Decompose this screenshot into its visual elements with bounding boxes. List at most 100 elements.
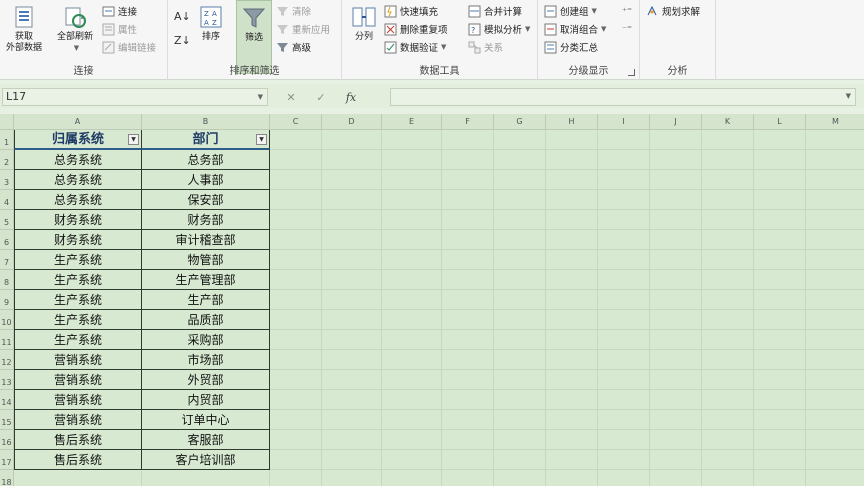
- grid-cell[interactable]: [382, 210, 442, 230]
- grid-cell[interactable]: [806, 250, 864, 270]
- grid-cell[interactable]: [382, 390, 442, 410]
- grid-cell[interactable]: [598, 410, 650, 430]
- what-if-analysis-button[interactable]: ? 模拟分析 ▼: [468, 21, 530, 37]
- grid-cell[interactable]: [650, 130, 702, 150]
- grid-cell[interactable]: [270, 350, 322, 370]
- grid-cell[interactable]: [270, 210, 322, 230]
- grid-cell[interactable]: [382, 330, 442, 350]
- grid-cell[interactable]: [442, 290, 494, 310]
- table-header-cell[interactable]: 归属系统 ▼: [14, 130, 142, 150]
- grid-cell[interactable]: [754, 210, 806, 230]
- grid-cell[interactable]: [598, 450, 650, 470]
- grid-cell[interactable]: [14, 470, 142, 486]
- grid-cell[interactable]: [442, 430, 494, 450]
- grid-cell[interactable]: [650, 150, 702, 170]
- grid-cell[interactable]: [702, 310, 754, 330]
- grid-cell[interactable]: [754, 230, 806, 250]
- grid-cell[interactable]: [322, 330, 382, 350]
- grid-cell[interactable]: [702, 230, 754, 250]
- group-button[interactable]: 创建组 ▼: [544, 3, 597, 19]
- table-cell[interactable]: 审计稽查部: [142, 230, 270, 250]
- grid-cell[interactable]: [322, 450, 382, 470]
- grid-cell[interactable]: [806, 190, 864, 210]
- grid-cell[interactable]: [650, 270, 702, 290]
- grid-cell[interactable]: [382, 470, 442, 486]
- grid-cell[interactable]: [494, 150, 546, 170]
- grid-cell[interactable]: [494, 430, 546, 450]
- grid-cell[interactable]: [442, 350, 494, 370]
- grid-cell[interactable]: [546, 330, 598, 350]
- grid-cell[interactable]: [322, 350, 382, 370]
- row-header[interactable]: 13: [0, 370, 14, 390]
- grid-cell[interactable]: [546, 470, 598, 486]
- grid-cell[interactable]: [546, 370, 598, 390]
- grid-cell[interactable]: [754, 390, 806, 410]
- grid-cell[interactable]: [650, 410, 702, 430]
- column-header[interactable]: B: [142, 114, 270, 130]
- grid-cell[interactable]: [494, 370, 546, 390]
- table-cell[interactable]: 售后系统: [14, 430, 142, 450]
- grid-cell[interactable]: [650, 210, 702, 230]
- column-header[interactable]: D: [322, 114, 382, 130]
- grid-cell[interactable]: [270, 470, 322, 486]
- grid-cell[interactable]: [650, 350, 702, 370]
- grid-cell[interactable]: [598, 190, 650, 210]
- grid-cell[interactable]: [382, 190, 442, 210]
- grid-cell[interactable]: [442, 270, 494, 290]
- grid-cell[interactable]: [702, 350, 754, 370]
- table-cell[interactable]: 生产系统: [14, 250, 142, 270]
- grid-cell[interactable]: [702, 410, 754, 430]
- grid-cell[interactable]: [702, 330, 754, 350]
- advanced-button[interactable]: 高级: [276, 39, 311, 55]
- filter-dropdown-icon[interactable]: ▼: [128, 134, 139, 145]
- grid-cell[interactable]: [382, 430, 442, 450]
- grid-cell[interactable]: [382, 170, 442, 190]
- grid-cell[interactable]: [494, 330, 546, 350]
- consolidate-button[interactable]: 合并计算: [468, 3, 522, 19]
- clear-button[interactable]: 清除: [276, 3, 311, 19]
- grid-cell[interactable]: [598, 150, 650, 170]
- grid-cell[interactable]: [494, 130, 546, 150]
- grid-cell[interactable]: [702, 390, 754, 410]
- row-header[interactable]: 12: [0, 350, 14, 370]
- grid-cell[interactable]: [754, 190, 806, 210]
- table-cell[interactable]: 外贸部: [142, 370, 270, 390]
- grid-cell[interactable]: [546, 430, 598, 450]
- grid-cell[interactable]: [702, 150, 754, 170]
- grid-cell[interactable]: [382, 370, 442, 390]
- grid-cell[interactable]: [754, 430, 806, 450]
- grid-cell[interactable]: [322, 310, 382, 330]
- grid-cell[interactable]: [270, 190, 322, 210]
- grid-cell[interactable]: [442, 250, 494, 270]
- edit-links-button[interactable]: 编辑链接: [102, 39, 156, 55]
- grid-cell[interactable]: [494, 170, 546, 190]
- grid-cell[interactable]: [754, 270, 806, 290]
- grid-cell[interactable]: [754, 150, 806, 170]
- grid-cell[interactable]: [322, 190, 382, 210]
- grid-cell[interactable]: [754, 250, 806, 270]
- grid-cell[interactable]: [806, 470, 864, 486]
- show-detail-button[interactable]: ⁺⁼: [622, 3, 632, 19]
- relationships-button[interactable]: 关系: [468, 39, 503, 55]
- grid-cell[interactable]: [650, 370, 702, 390]
- grid-cell[interactable]: [546, 230, 598, 250]
- grid-cell[interactable]: [322, 290, 382, 310]
- grid-cell[interactable]: [546, 170, 598, 190]
- table-cell[interactable]: 营销系统: [14, 410, 142, 430]
- grid-cell[interactable]: [442, 130, 494, 150]
- grid-cell[interactable]: [754, 450, 806, 470]
- table-cell[interactable]: 财务系统: [14, 230, 142, 250]
- grid-cell[interactable]: [702, 290, 754, 310]
- column-header[interactable]: E: [382, 114, 442, 130]
- grid-cell[interactable]: [546, 270, 598, 290]
- grid-cell[interactable]: [702, 190, 754, 210]
- grid-cell[interactable]: [322, 470, 382, 486]
- properties-button[interactable]: 属性: [102, 21, 137, 37]
- grid-cell[interactable]: [754, 470, 806, 486]
- table-cell[interactable]: 采购部: [142, 330, 270, 350]
- filter-dropdown-icon[interactable]: ▼: [256, 134, 267, 145]
- name-box[interactable]: L17 ▼: [2, 88, 268, 106]
- grid-cell[interactable]: [702, 270, 754, 290]
- table-cell[interactable]: 总务系统: [14, 190, 142, 210]
- sort-az-button[interactable]: A↓: [174, 8, 191, 24]
